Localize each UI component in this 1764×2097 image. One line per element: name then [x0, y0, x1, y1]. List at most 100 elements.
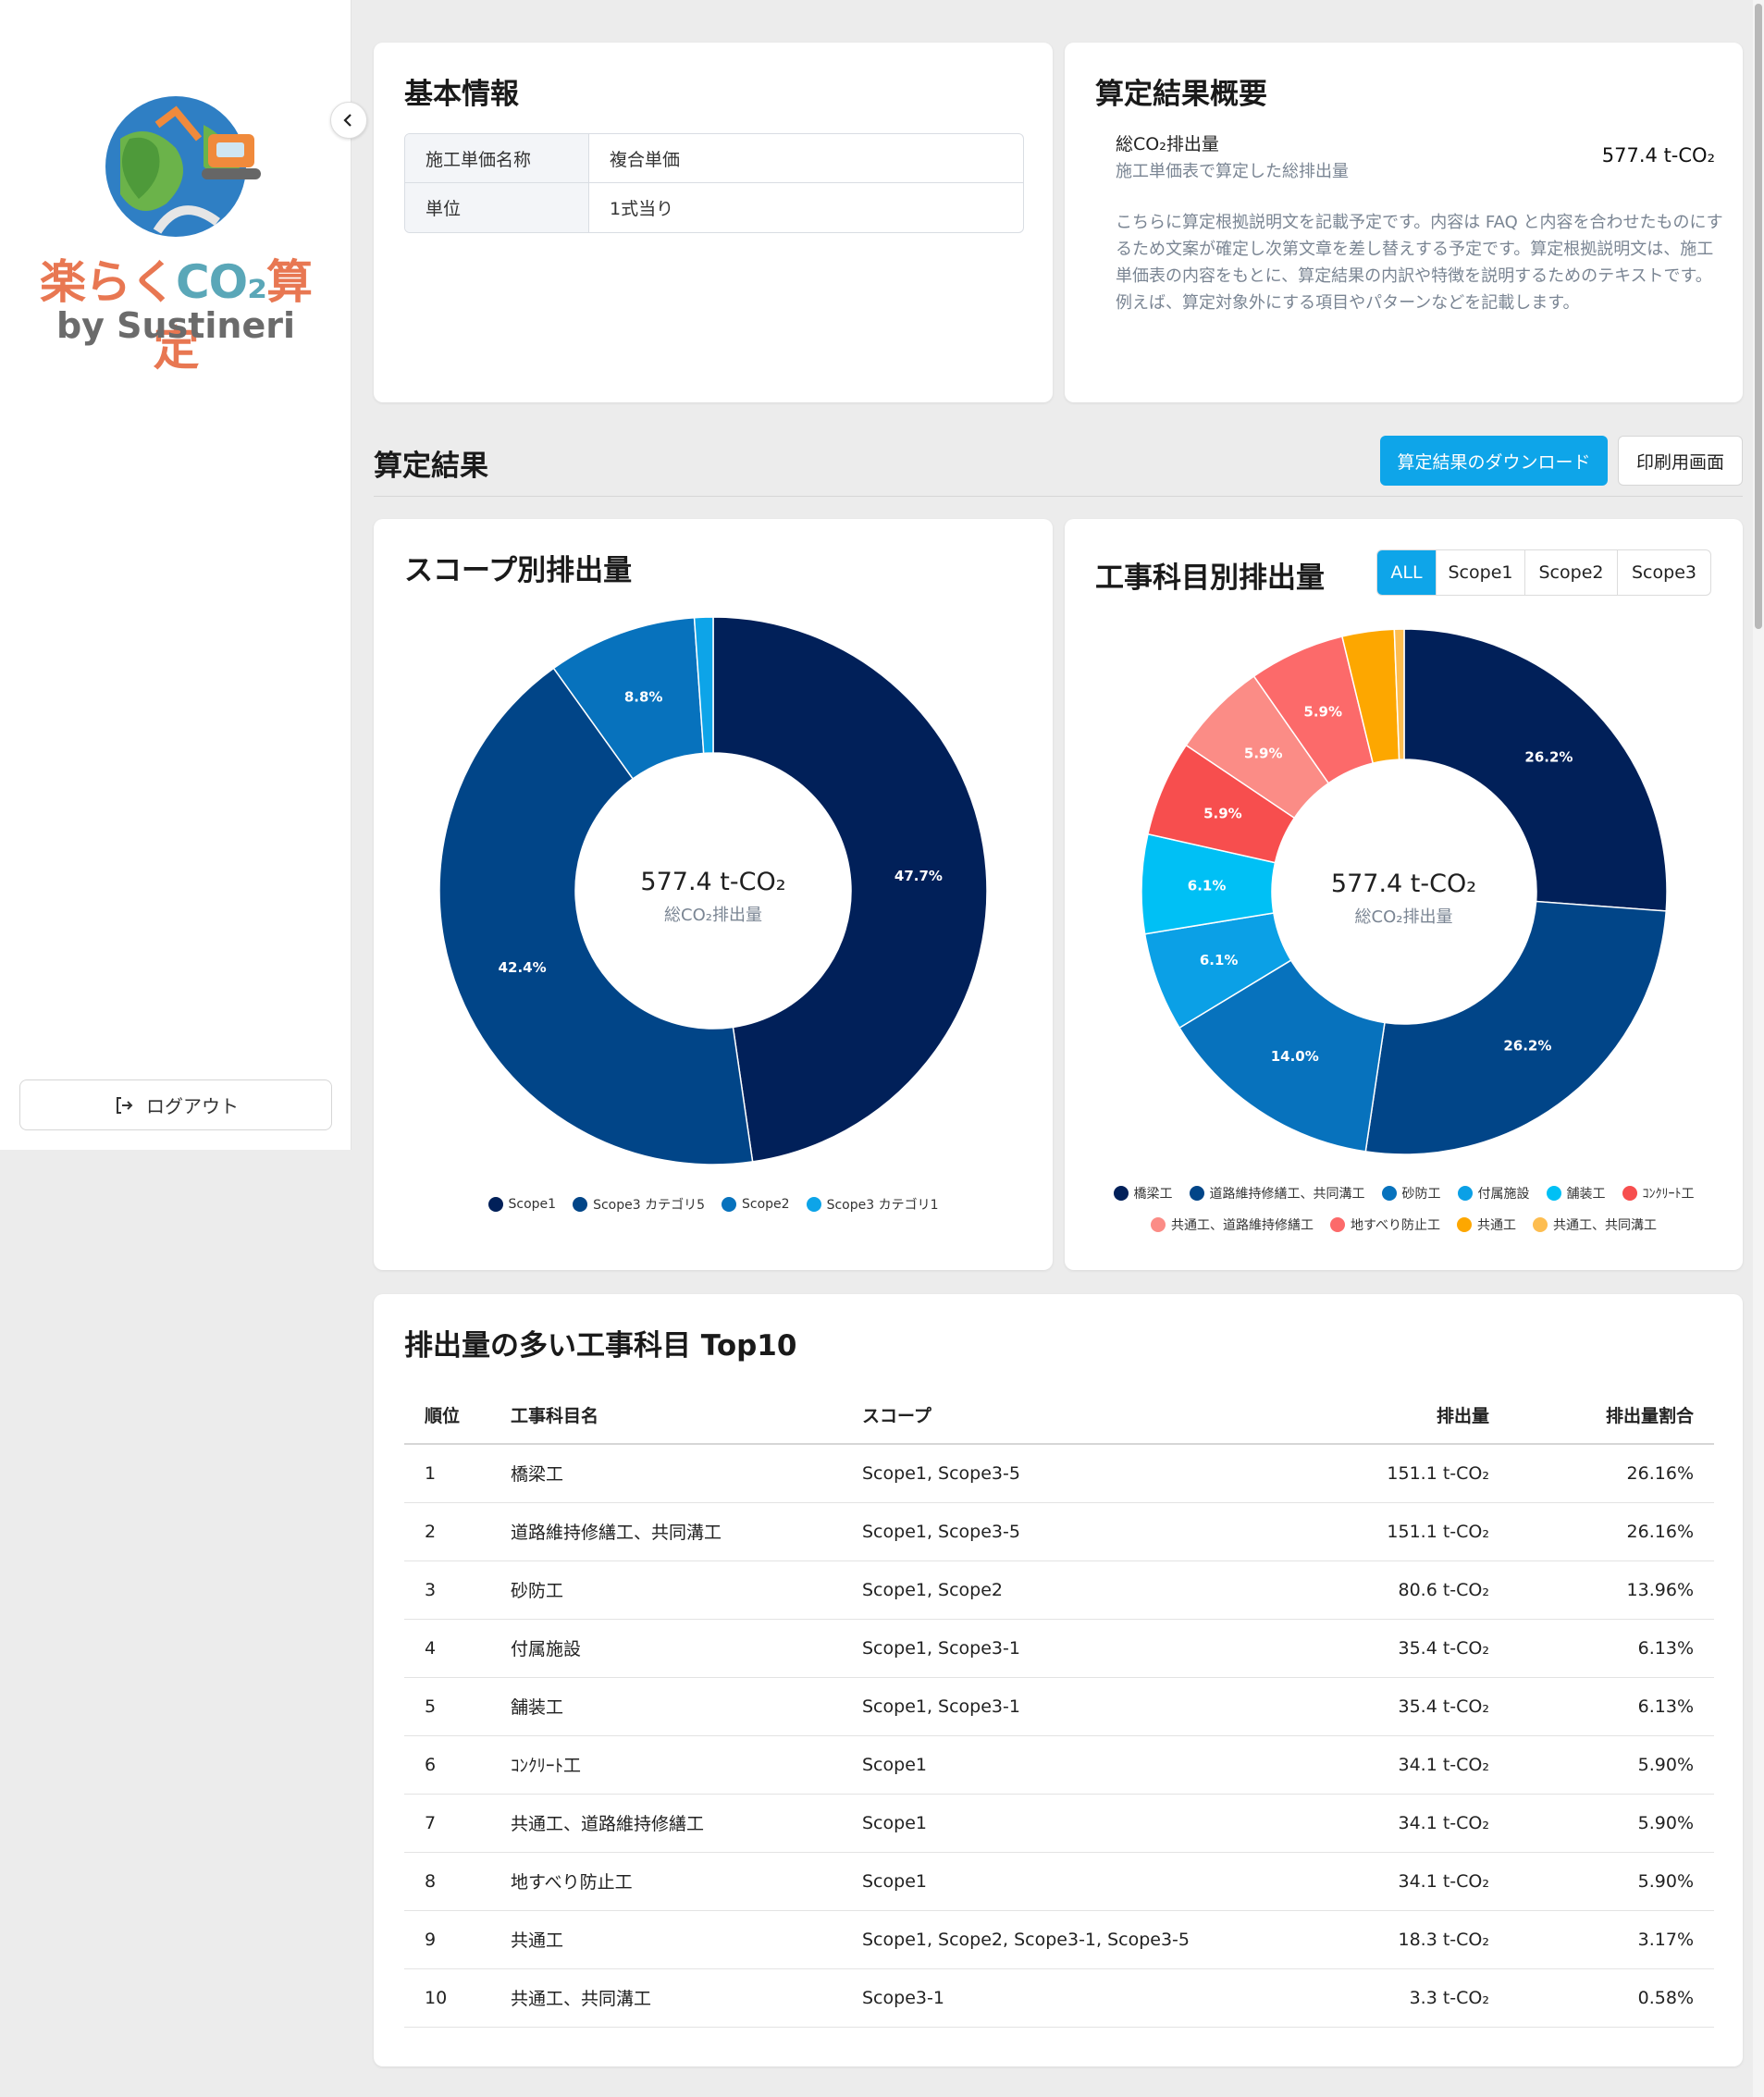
scrollbar-thumb[interactable]	[1755, 4, 1762, 629]
donut-center-label: 総CO₂排出量	[1354, 907, 1453, 927]
legend-swatch	[1381, 1186, 1397, 1201]
scope-donut-center: 577.4 t-CO₂ 総CO₂排出量	[559, 868, 868, 926]
calculation-description: こちらに算定根拠説明文を記載予定です。内容は FAQ と内容を合わせたものにする…	[1116, 213, 1723, 313]
legend-swatch	[1546, 1186, 1561, 1201]
slice-data-label: 47.7%	[894, 868, 943, 884]
tab-scope1[interactable]: Scope1	[1437, 550, 1525, 595]
legend-swatch	[1189, 1186, 1204, 1201]
legend-item[interactable]: 地すべり防止工	[1329, 1215, 1440, 1234]
total-emission-value: 577.4 t-CO₂	[1601, 144, 1715, 167]
globe-logo-icon	[105, 96, 261, 237]
ratio-cell: 3.17%	[1510, 1910, 1714, 1969]
emission-cell: 151.1 t-CO₂	[1306, 1502, 1510, 1561]
scope-cell: Scope1	[862, 1852, 1306, 1911]
item-name-cell: 共通工、道路維持修繕工	[511, 1794, 862, 1853]
col-item-name: 工事科目名	[511, 1387, 862, 1445]
slice-data-label: 26.2%	[1524, 749, 1573, 766]
legend-swatch	[487, 1197, 503, 1212]
tab-all[interactable]: ALL	[1377, 550, 1437, 595]
page-scrollbar[interactable]	[1753, 0, 1764, 2097]
info-value: 複合単価	[610, 149, 681, 170]
legend-swatch	[1113, 1186, 1129, 1201]
tab-scope3[interactable]: Scope3	[1618, 550, 1710, 595]
logout-icon	[117, 1096, 133, 1114]
ratio-cell: 5.90%	[1510, 1735, 1714, 1795]
legend-item[interactable]: Scope2	[722, 1195, 790, 1214]
table-row: 3 砂防工 Scope1, Scope2 80.6 t-CO₂ 13.96%	[404, 1560, 1714, 1620]
ratio-cell: 26.16%	[1510, 1444, 1714, 1503]
total-emission-label: 総CO₂排出量	[1116, 134, 1219, 154]
info-key: 施工単価名称	[405, 134, 589, 182]
item-name-cell: 砂防工	[511, 1560, 862, 1620]
item-chart-card: 工事科目別排出量 26.2% 26.2% 14.0% 6.1% 6.1% 5.9% 5.9%…	[1065, 519, 1743, 1270]
legend-swatch	[1622, 1186, 1637, 1201]
emission-cell: 35.4 t-CO₂	[1306, 1677, 1510, 1736]
legend-label: 共通工	[1477, 1218, 1517, 1233]
rank-cell: 1	[404, 1444, 511, 1503]
legend-item[interactable]: Scope3 カテゴリ5	[573, 1195, 705, 1214]
section-divider	[374, 496, 1743, 497]
logout-button[interactable]: ログアウト	[19, 1079, 332, 1130]
legend-label: Scope2	[742, 1197, 790, 1212]
item-donut-center: 577.4 t-CO₂ 総CO₂排出量	[1250, 870, 1558, 928]
emission-cell: 18.3 t-CO₂	[1306, 1910, 1510, 1969]
scope-cell: Scope1, Scope3-1	[862, 1619, 1306, 1678]
legend-item[interactable]: 共通工	[1457, 1215, 1516, 1234]
legend-item[interactable]: Scope1	[487, 1195, 556, 1214]
donut-center-label: 総CO₂排出量	[664, 906, 762, 925]
legend-label: Scope3 カテゴリ1	[826, 1198, 939, 1213]
legend-item[interactable]: 共通工、共同溝工	[1533, 1215, 1657, 1234]
basic-info-title: 基本情報	[404, 78, 519, 111]
slice-data-label: 42.4%	[499, 959, 547, 976]
legend-item[interactable]: 共通工、道路維持修繕工	[1150, 1215, 1314, 1234]
info-row: 単位 1式当り	[405, 183, 1023, 232]
scope-cell: Scope1	[862, 1794, 1306, 1853]
logout-label: ログアウト	[146, 1095, 239, 1117]
summary-title: 算定結果概要	[1095, 78, 1267, 111]
legend-item[interactable]: 橋梁工	[1113, 1184, 1173, 1203]
tab-scope2[interactable]: Scope2	[1525, 550, 1618, 595]
donut-slice[interactable]	[1364, 900, 1668, 1155]
rank-cell: 2	[404, 1502, 511, 1561]
slice-data-label: 6.1%	[1188, 878, 1227, 894]
table-row: 6 ｺﾝｸﾘｰﾄ工 Scope1 34.1 t-CO₂ 5.90%	[404, 1735, 1714, 1795]
legend-label: 付属施設	[1477, 1187, 1530, 1202]
emission-cell: 151.1 t-CO₂	[1306, 1444, 1510, 1503]
emission-cell: 34.1 t-CO₂	[1306, 1852, 1510, 1911]
legend-label: 共通工、共同溝工	[1553, 1218, 1658, 1233]
scope-cell: Scope3-1	[862, 1968, 1306, 2028]
legend-item[interactable]: 砂防工	[1381, 1184, 1441, 1203]
logo-subtitle: by Sustineri	[56, 305, 296, 346]
legend-item[interactable]: 道路維持修繕工、共同溝工	[1189, 1184, 1365, 1203]
item-name-cell: 地すべり防止工	[511, 1852, 862, 1911]
donut-center-value: 577.4 t-CO₂	[640, 868, 786, 896]
slice-data-label: 8.8%	[624, 689, 663, 706]
legend-label: Scope3 カテゴリ5	[593, 1198, 705, 1213]
donut-center-value: 577.4 t-CO₂	[1330, 870, 1477, 898]
sidebar-collapse-button[interactable]	[330, 102, 367, 139]
legend-item[interactable]: ｺﾝｸﾘｰﾄ工	[1622, 1184, 1695, 1203]
download-results-button[interactable]: 算定結果のダウンロード	[1380, 436, 1608, 486]
logo-title-co2: CO₂	[175, 255, 267, 309]
print-view-button[interactable]: 印刷用画面	[1618, 436, 1743, 486]
legend-item[interactable]: Scope3 カテゴリ1	[806, 1195, 939, 1214]
info-key: 単位	[405, 183, 589, 232]
basic-info-table: 施工単価名称 複合単価 単位 1式当り	[404, 133, 1024, 233]
app-logo: 楽らくCO₂算定 by Sustineri	[19, 83, 333, 376]
scope-cell: Scope1, Scope2	[862, 1560, 1306, 1620]
slice-data-label: 26.2%	[1503, 1038, 1551, 1055]
table-row: 4 付属施設 Scope1, Scope3-1 35.4 t-CO₂ 6.13%	[404, 1619, 1714, 1678]
scope-cell: Scope1, Scope3-5	[862, 1444, 1306, 1503]
ratio-cell: 6.13%	[1510, 1619, 1714, 1678]
col-emission: 排出量	[1306, 1387, 1510, 1445]
rank-cell: 6	[404, 1735, 511, 1795]
top10-table: 順位 工事科目名 スコープ 排出量 排出量割合 1 橋梁工 Scope1, Scop…	[404, 1387, 1714, 2028]
legend-swatch	[1329, 1217, 1345, 1232]
table-row: 5 舗装工 Scope1, Scope3-1 35.4 t-CO₂ 6.13%	[404, 1677, 1714, 1736]
legend-label: ｺﾝｸﾘｰﾄ工	[1642, 1187, 1695, 1202]
legend-item[interactable]: 舗装工	[1546, 1184, 1606, 1203]
item-chart-legend: 橋梁工 道路維持修繕工、共同溝工 砂防工 付属施設 舗装工 ｺﾝｸﾘｰﾄ工共通工、道路維持…	[1092, 1184, 1715, 1247]
table-header-row: 順位 工事科目名 スコープ 排出量 排出量割合	[404, 1387, 1714, 1445]
table-row: 9 共通工 Scope1, Scope2, Scope3-1, Scope3-5 18…	[404, 1910, 1714, 1969]
legend-item[interactable]: 付属施設	[1457, 1184, 1530, 1203]
